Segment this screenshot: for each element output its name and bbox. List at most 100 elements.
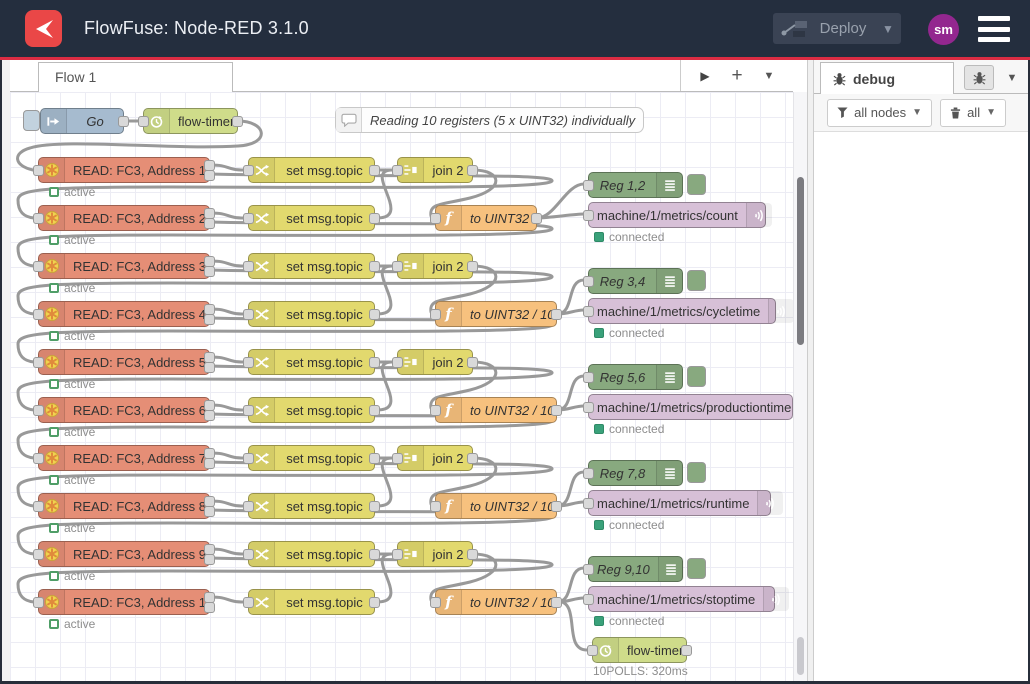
node-set-topic-2[interactable]: set msg.topic (248, 205, 375, 231)
node-read-10[interactable]: READ: FC3, Address 10 (38, 589, 210, 615)
output-port[interactable] (467, 165, 478, 176)
input-port[interactable] (430, 501, 441, 512)
user-avatar[interactable]: sm (928, 14, 959, 45)
input-port[interactable] (392, 165, 403, 176)
input-port[interactable] (583, 306, 594, 317)
input-port[interactable] (583, 210, 594, 221)
node-set-topic-9[interactable]: set msg.topic (248, 541, 375, 567)
debug-clear-button[interactable]: all ▼ (940, 99, 1006, 127)
node-set-topic-4[interactable]: set msg.topic (248, 301, 375, 327)
node-read-4[interactable]: READ: FC3, Address 4 (38, 301, 210, 327)
output-port[interactable] (369, 453, 380, 464)
node-join-5[interactable]: join 2 (397, 541, 473, 567)
output-port[interactable] (204, 458, 215, 469)
node-debug-4[interactable]: Reg 7,8 (588, 460, 683, 486)
output-port[interactable] (204, 410, 215, 421)
input-port[interactable] (243, 165, 254, 176)
input-port[interactable] (392, 453, 403, 464)
output-port[interactable] (232, 116, 243, 127)
output-port[interactable] (204, 362, 215, 373)
scrollbar-thumb-secondary[interactable] (797, 637, 804, 675)
output-port[interactable] (467, 549, 478, 560)
node-mqtt-5[interactable]: machine/1/metrics/stoptime (588, 586, 775, 612)
flow-canvas[interactable]: Goflow-timerReading 10 registers (5 x UI… (10, 92, 793, 681)
input-port[interactable] (138, 116, 149, 127)
input-port[interactable] (583, 372, 594, 383)
debug-sidebar-button[interactable] (964, 65, 994, 90)
node-debug-3[interactable]: Reg 5,6 (588, 364, 683, 390)
sidebar-splitter[interactable] (807, 60, 814, 681)
output-port[interactable] (118, 116, 129, 127)
menu-icon[interactable] (978, 16, 1010, 42)
deploy-chevron-icon[interactable]: ▼ (875, 22, 901, 36)
node-comment[interactable]: Reading 10 registers (5 x UINT32) indivi… (335, 107, 644, 133)
output-port[interactable] (204, 170, 215, 181)
node-read-8[interactable]: READ: FC3, Address 8 (38, 493, 210, 519)
debug-toggle-button[interactable] (687, 366, 706, 387)
input-port[interactable] (33, 453, 44, 464)
input-port[interactable] (243, 261, 254, 272)
output-port[interactable] (551, 597, 562, 608)
output-port[interactable] (369, 165, 380, 176)
output-port[interactable] (369, 597, 380, 608)
output-port[interactable] (369, 501, 380, 512)
input-port[interactable] (583, 468, 594, 479)
node-set-topic-3[interactable]: set msg.topic (248, 253, 375, 279)
input-port[interactable] (243, 309, 254, 320)
output-port[interactable] (551, 405, 562, 416)
input-port[interactable] (583, 276, 594, 287)
output-port[interactable] (204, 266, 215, 277)
tab-flow-1[interactable]: Flow 1 (38, 62, 233, 92)
node-set-topic-8[interactable]: set msg.topic (248, 493, 375, 519)
output-port[interactable] (369, 213, 380, 224)
output-port[interactable] (204, 602, 215, 613)
node-read-3[interactable]: READ: FC3, Address 3 (38, 253, 210, 279)
input-port[interactable] (243, 357, 254, 368)
input-port[interactable] (33, 405, 44, 416)
node-read-9[interactable]: READ: FC3, Address 9 (38, 541, 210, 567)
output-port[interactable] (467, 357, 478, 368)
input-port[interactable] (583, 564, 594, 575)
input-port[interactable] (33, 549, 44, 560)
run-flow-button[interactable]: ▶ (691, 63, 719, 89)
output-port[interactable] (467, 261, 478, 272)
input-port[interactable] (583, 498, 594, 509)
sidebar-chevron-icon[interactable]: ▼ (1002, 68, 1022, 88)
scrollbar-thumb[interactable] (797, 177, 804, 345)
node-debug-1[interactable]: Reg 1,2 (588, 172, 683, 198)
input-port[interactable] (430, 597, 441, 608)
node-set-topic-7[interactable]: set msg.topic (248, 445, 375, 471)
input-port[interactable] (243, 549, 254, 560)
debug-toggle-button[interactable] (687, 270, 706, 291)
tab-debug[interactable]: debug (820, 62, 954, 94)
node-flow-timer-bottom[interactable]: flow-timer (592, 637, 687, 663)
node-mqtt-4[interactable]: machine/1/metrics/runtime (588, 490, 771, 516)
input-port[interactable] (583, 402, 594, 413)
node-read-6[interactable]: READ: FC3, Address 6 (38, 397, 210, 423)
input-port[interactable] (583, 180, 594, 191)
node-set-topic-5[interactable]: set msg.topic (248, 349, 375, 375)
flow-list-chevron-icon[interactable]: ▼ (755, 63, 783, 89)
debug-message-list[interactable] (814, 132, 1028, 681)
node-set-topic-6[interactable]: set msg.topic (248, 397, 375, 423)
input-port[interactable] (243, 501, 254, 512)
output-port[interactable] (551, 309, 562, 320)
node-flow-timer-top[interactable]: flow-timer (143, 108, 238, 134)
input-port[interactable] (392, 357, 403, 368)
output-port[interactable] (369, 261, 380, 272)
output-port[interactable] (204, 218, 215, 229)
output-port[interactable] (551, 501, 562, 512)
deploy-button[interactable]: Deploy ▼ (773, 13, 901, 44)
node-join-2[interactable]: join 2 (397, 253, 473, 279)
input-port[interactable] (392, 549, 403, 560)
input-port[interactable] (33, 501, 44, 512)
inject-button[interactable] (23, 110, 40, 131)
add-flow-button[interactable]: + (723, 63, 751, 89)
input-port[interactable] (33, 261, 44, 272)
input-port[interactable] (33, 213, 44, 224)
output-port[interactable] (369, 357, 380, 368)
input-port[interactable] (430, 309, 441, 320)
node-join-1[interactable]: join 2 (397, 157, 473, 183)
input-port[interactable] (33, 597, 44, 608)
debug-toggle-button[interactable] (687, 462, 706, 483)
